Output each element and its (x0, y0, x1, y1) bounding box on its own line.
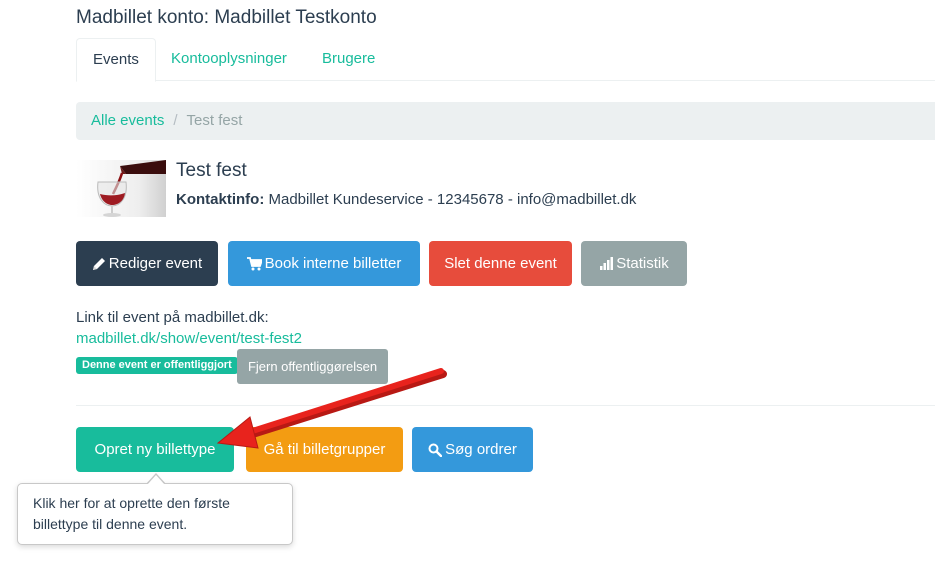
book-internal-tickets-label: Book interne billetter (264, 255, 402, 272)
ticket-groups-label: Gå til billetgrupper (263, 441, 386, 458)
event-thumbnail (76, 160, 166, 217)
event-contact: Kontaktinfo: Madbillet Kundeservice - 12… (176, 190, 636, 210)
create-ticket-type-label: Opret ny billettype (94, 441, 216, 458)
edit-event-button[interactable]: Rediger event (76, 241, 218, 286)
pencil-icon (92, 257, 105, 270)
tooltip-arrow (147, 475, 165, 485)
event-link-label: Link til event på madbillet.dk: (76, 309, 269, 326)
bar-chart-icon (600, 256, 614, 270)
wine-glass-image (76, 160, 166, 217)
tab-events[interactable]: Events (76, 38, 156, 82)
statistics-label: Statistik (616, 255, 669, 272)
breadcrumb-current: Test fest (186, 112, 243, 129)
tab-bar: Events Kontooplysninger Brugere (76, 38, 935, 82)
unpublish-button[interactable]: Fjern offentliggørelsen (237, 349, 388, 384)
edit-event-label: Rediger event (108, 255, 203, 272)
statistics-button[interactable]: Statistik (581, 241, 687, 286)
page-title: Madbillet konto: Madbillet Testkonto (76, 7, 377, 28)
search-orders-label: Søg ordrer (445, 441, 517, 458)
delete-event-button[interactable]: Slet denne event (429, 241, 572, 286)
tooltip-text: Klik her for at oprette den første bille… (33, 495, 230, 532)
search-icon (428, 443, 443, 457)
breadcrumb: Alle events / Test fest (76, 102, 935, 140)
event-title: Test fest (176, 160, 247, 181)
create-ticket-type-button[interactable]: Opret ny billettype (76, 427, 234, 472)
section-divider (76, 405, 935, 406)
contact-label: Kontaktinfo: (176, 191, 265, 208)
delete-event-label: Slet denne event (444, 255, 557, 272)
help-tooltip: Klik her for at oprette den første bille… (17, 483, 293, 545)
ticket-groups-button[interactable]: Gå til billetgrupper (246, 427, 403, 472)
tab-kontooplysninger[interactable]: Kontooplysninger (155, 38, 303, 81)
book-internal-tickets-button[interactable]: Book interne billetter (228, 241, 420, 286)
event-url-link[interactable]: madbillet.dk/show/event/test-fest2 (76, 329, 302, 349)
tab-brugere[interactable]: Brugere (306, 38, 391, 81)
contact-value: Madbillet Kundeservice - 12345678 - info… (268, 191, 637, 208)
published-badge: Denne event er offentliggjort (76, 357, 238, 374)
search-orders-button[interactable]: Søg ordrer (412, 427, 533, 472)
breadcrumb-all-events-link[interactable]: Alle events (91, 112, 164, 129)
breadcrumb-separator: / (173, 112, 178, 129)
cart-icon (246, 256, 262, 270)
